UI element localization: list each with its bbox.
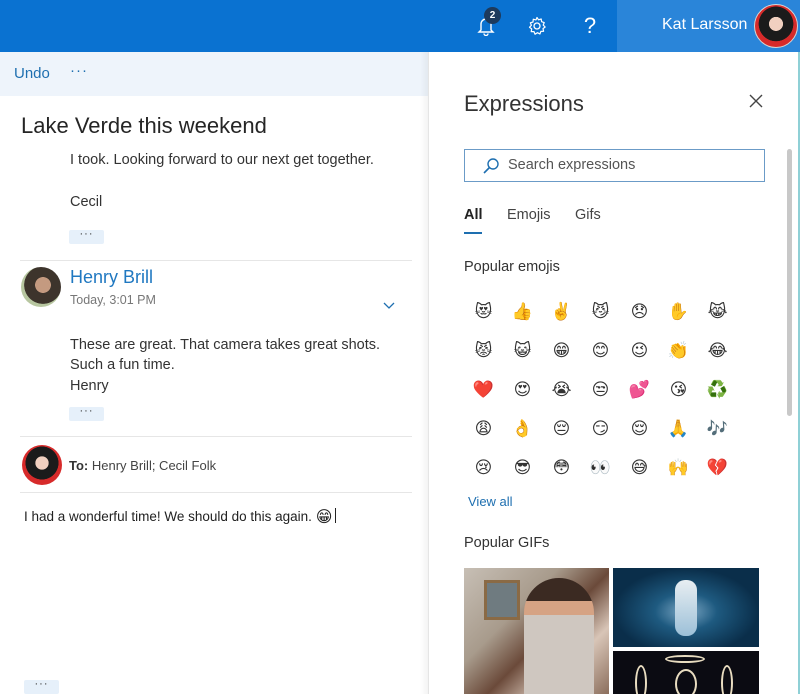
message-signature: Cecil	[70, 194, 103, 210]
emoji-item[interactable]: 😌	[620, 409, 659, 448]
emoji-item[interactable]: 😒	[581, 370, 620, 409]
search-box[interactable]	[464, 149, 765, 182]
show-quoted-text-button[interactable]: ···	[69, 229, 104, 244]
emoji-item[interactable]: 😢	[464, 448, 503, 487]
show-more-button[interactable]: ···	[24, 679, 59, 694]
thread-subject: Lake Verde this weekend	[21, 113, 267, 138]
divider	[20, 492, 412, 493]
ring	[635, 665, 647, 694]
emoji-item[interactable]: 😭	[542, 370, 581, 409]
scrollbar[interactable]	[787, 149, 792, 416]
emoji-item[interactable]: ❤️	[464, 370, 503, 409]
sender-avatar[interactable]	[21, 267, 61, 307]
ring	[665, 655, 705, 663]
emoji-item[interactable]: 🙌	[659, 448, 698, 487]
divider	[20, 260, 412, 261]
gear-icon	[528, 16, 546, 35]
question-icon: ?	[583, 13, 597, 38]
expressions-panel: Expressions All Emojis Gifs Popular emoj…	[428, 52, 800, 694]
message-body-line: Such a fun time.	[70, 357, 175, 373]
grinning-face-emoji: 😁	[315, 509, 333, 526]
emoji-item[interactable]: ✌️	[542, 292, 581, 331]
help-button[interactable]: ?	[574, 10, 606, 42]
emoji-item[interactable]: 😏	[581, 409, 620, 448]
recipients-line[interactable]: To: Henry Brill; Cecil Folk	[69, 458, 216, 473]
tab-emojis[interactable]: Emojis	[507, 207, 551, 223]
emoji-item[interactable]: 😞	[620, 292, 659, 331]
close-icon[interactable]	[747, 92, 765, 110]
show-quoted-text-button[interactable]: ···	[69, 406, 104, 421]
emoji-item[interactable]: 😻	[464, 292, 503, 331]
picture-frame	[484, 580, 520, 620]
emoji-item[interactable]: 😍	[503, 370, 542, 409]
emoji-grid: 😻 👍 ✌️ 😼 😞 ✋ 😹 😾 😺 😁 😊 😉 👏 😂 ❤️ 😍 😭 😒 💕 😘 ♻️ 😩 👌 😔 😏 😌 🙏 🎶 😢 😎 😳 👀 😅 🙌 💔	[464, 292, 734, 487]
popular-emojis-heading: Popular emojis	[464, 259, 560, 275]
emoji-item[interactable]: 🎶	[698, 409, 737, 448]
active-tab-indicator	[464, 232, 482, 234]
recipients: Henry Brill; Cecil Folk	[91, 458, 217, 473]
emoji-item[interactable]: 😉	[620, 331, 659, 370]
command-bar: Undo ···	[0, 52, 428, 96]
tab-gifs[interactable]: Gifs	[575, 207, 601, 223]
emoji-item[interactable]: 😳	[542, 448, 581, 487]
emoji-item[interactable]: 👌	[503, 409, 542, 448]
ring	[675, 669, 697, 694]
search-icon	[483, 158, 499, 174]
ring	[721, 665, 733, 694]
message-timestamp: Today, 3:01 PM	[70, 293, 156, 307]
emoji-item[interactable]: 😺	[503, 331, 542, 370]
emoji-item[interactable]: 😔	[542, 409, 581, 448]
emoji-item[interactable]: 😩	[464, 409, 503, 448]
text-cursor	[335, 508, 337, 523]
user-name: Kat Larsson	[662, 16, 748, 33]
to-label: To:	[69, 458, 89, 473]
emoji-item[interactable]: 😾	[464, 331, 503, 370]
emoji-item[interactable]: 😂	[698, 331, 737, 370]
emoji-item[interactable]: ✋	[659, 292, 698, 331]
compose-body[interactable]: I had a wonderful time! We should do thi…	[24, 507, 337, 527]
top-bar: 2 ? Kat Larsson	[0, 0, 800, 52]
emoji-item[interactable]: ♻️	[698, 370, 737, 409]
emoji-item[interactable]: 😘	[659, 370, 698, 409]
message-signature: Henry	[70, 378, 109, 394]
popular-gifs-heading: Popular GIFs	[464, 535, 550, 551]
user-avatar	[754, 4, 798, 48]
user-avatar	[22, 445, 62, 485]
emoji-item[interactable]: 😹	[698, 292, 737, 331]
divider	[20, 436, 412, 437]
sender-name[interactable]: Henry Brill	[70, 267, 153, 288]
more-actions-button[interactable]: ···	[70, 62, 88, 79]
message-body-line: These are great. That camera takes great…	[70, 337, 381, 353]
performer	[675, 580, 697, 636]
emoji-item[interactable]: 😎	[503, 448, 542, 487]
emoji-item[interactable]: 😅	[620, 448, 659, 487]
gif-thumbnail-underwater[interactable]	[613, 568, 759, 647]
account-button[interactable]: Kat Larsson	[617, 0, 800, 52]
search-input[interactable]	[508, 150, 758, 180]
emoji-item[interactable]: 😁	[542, 331, 581, 370]
emoji-item[interactable]: 👀	[581, 448, 620, 487]
undo-button[interactable]: Undo	[14, 65, 50, 82]
emoji-item[interactable]: 😊	[581, 331, 620, 370]
settings-button[interactable]	[521, 10, 553, 42]
compose-text: I had a wonderful time! We should do thi…	[24, 509, 312, 524]
emoji-item[interactable]: 👍	[503, 292, 542, 331]
emoji-item[interactable]: 💔	[698, 448, 737, 487]
message-body-line: I took. Looking forward to our next get …	[70, 152, 374, 168]
reading-pane: Undo ··· Lake Verde this weekend I took.…	[0, 52, 428, 694]
person	[524, 578, 594, 694]
chevron-down-icon[interactable]	[382, 300, 396, 310]
notification-badge: 2	[484, 7, 501, 24]
emoji-item[interactable]: 💕	[620, 370, 659, 409]
view-all-link[interactable]: View all	[468, 494, 513, 509]
emoji-item[interactable]: 🙏	[659, 409, 698, 448]
gif-thumbnail-rings[interactable]	[613, 651, 759, 694]
gif-thumbnail-dancing-man[interactable]	[464, 568, 609, 694]
emoji-item[interactable]: 👏	[659, 331, 698, 370]
panel-title: Expressions	[464, 91, 584, 116]
tab-all[interactable]: All	[464, 207, 483, 223]
emoji-item[interactable]: 😼	[581, 292, 620, 331]
